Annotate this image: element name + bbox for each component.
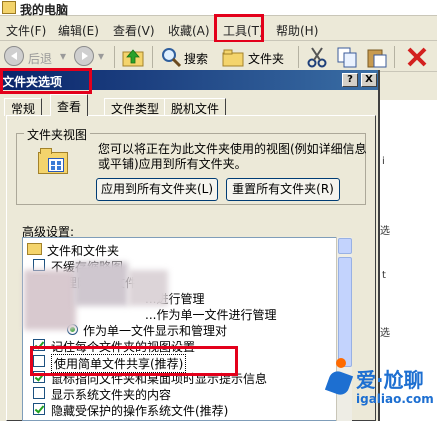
close-button[interactable]: X: [361, 73, 377, 87]
scrollbar-thumb[interactable]: [338, 257, 352, 367]
folders-label: 文件夹: [248, 52, 285, 66]
radio-button-selected[interactable]: [67, 324, 78, 335]
toolbar-separator: [298, 46, 299, 68]
my-computer-icon: [2, 1, 16, 14]
checkbox[interactable]: [33, 355, 45, 367]
dialog-tabs: 常规 查看 文件类型 脱机文件: [2, 94, 378, 116]
menu-view[interactable]: 查看(V): [113, 22, 155, 39]
search-icon: [162, 48, 182, 68]
folder-views-label: 文件夹视图: [24, 126, 91, 143]
explorer-title-bar: 我的电脑: [0, 0, 437, 17]
dialog-title-bar[interactable]: 文件夹选项 ? X: [0, 70, 378, 90]
reset-all-folders-button[interactable]: 重置所有文件夹(R): [226, 178, 340, 201]
checkbox-checked[interactable]: [33, 403, 45, 415]
menu-file[interactable]: 文件(F): [6, 22, 46, 39]
menu-favorites[interactable]: 收藏(A): [168, 22, 210, 39]
help-button[interactable]: ?: [342, 73, 358, 87]
tab-file-types[interactable]: 文件类型: [104, 98, 167, 116]
search-label: 搜索: [184, 52, 209, 66]
explorer-toolbar: 后退 ▾ ▾ 搜索 文件夹: [0, 42, 437, 72]
folder-view-icon: [38, 148, 68, 176]
forward-arrow-icon: [74, 46, 94, 66]
toolbar-separator: [394, 46, 395, 68]
cut-icon[interactable]: [306, 46, 328, 68]
toolbar-separator: [152, 46, 153, 68]
folders-icon: [222, 49, 244, 67]
side-text-fragment: 选: [380, 226, 390, 237]
back-dropdown-icon[interactable]: ▾: [60, 49, 66, 63]
menu-tools[interactable]: 工具(T): [223, 22, 264, 39]
folder-icon: [33, 275, 48, 287]
radio-button[interactable]: [45, 292, 56, 303]
explorer-title: 我的电脑: [20, 3, 69, 17]
checkbox-checked[interactable]: [33, 371, 45, 383]
apply-to-all-folders-button[interactable]: 应用到所有文件夹(L): [96, 178, 218, 201]
runner-logo-icon: [328, 358, 352, 398]
folder-icon: [27, 243, 42, 255]
side-text-fragment: i: [382, 156, 385, 167]
copy-icon[interactable]: [336, 46, 358, 68]
checkbox[interactable]: [33, 387, 45, 399]
dialog-title: 文件夹选项: [2, 75, 63, 89]
toolbar-separator: [114, 46, 115, 68]
explorer-menu-bar: 文件(F) 编辑(E) 查看(V) 收藏(A) 工具(T) 帮助(H): [0, 17, 437, 41]
advanced-settings-list[interactable]: 文件和文件夹 不缓存缩略图 管理网页和文件夹 ...进行管理 ...作为单一文件…: [22, 237, 352, 421]
scroll-up-arrow-icon[interactable]: [338, 238, 352, 254]
screenshot: 我的电脑 文件(F) 编辑(E) 查看(V) 收藏(A) 工具(T) 帮助(H)…: [0, 0, 437, 421]
tab-offline-files[interactable]: 脱机文件: [164, 98, 227, 116]
folder-views-description: 您可以将正在为此文件夹使用的视图(例如详细信息或平铺)应用到所有文件夹。: [98, 142, 367, 171]
paste-icon[interactable]: [366, 46, 388, 68]
tab-view[interactable]: 查看: [50, 94, 89, 116]
watermark-domain: igaliao.com: [356, 392, 434, 406]
back-arrow-icon: [4, 46, 24, 66]
side-text-fragment: 选: [380, 328, 390, 339]
checkbox-checked[interactable]: [33, 339, 45, 351]
up-folder-icon[interactable]: [122, 47, 144, 67]
delete-icon[interactable]: [406, 46, 428, 68]
watermark-brand: 爱·尬聊: [356, 368, 424, 392]
back-label: 后退: [28, 52, 53, 66]
checkbox[interactable]: [33, 259, 45, 271]
side-text-fragment: t: [382, 270, 386, 281]
radio-button[interactable]: [45, 308, 56, 319]
menu-help[interactable]: 帮助(H): [276, 22, 318, 39]
tab-general[interactable]: 常规: [4, 98, 43, 116]
menu-edit[interactable]: 编辑(E): [58, 22, 99, 39]
forward-dropdown-icon[interactable]: ▾: [98, 49, 104, 63]
watermark: 爱·尬聊 igaliao.com: [326, 352, 437, 421]
